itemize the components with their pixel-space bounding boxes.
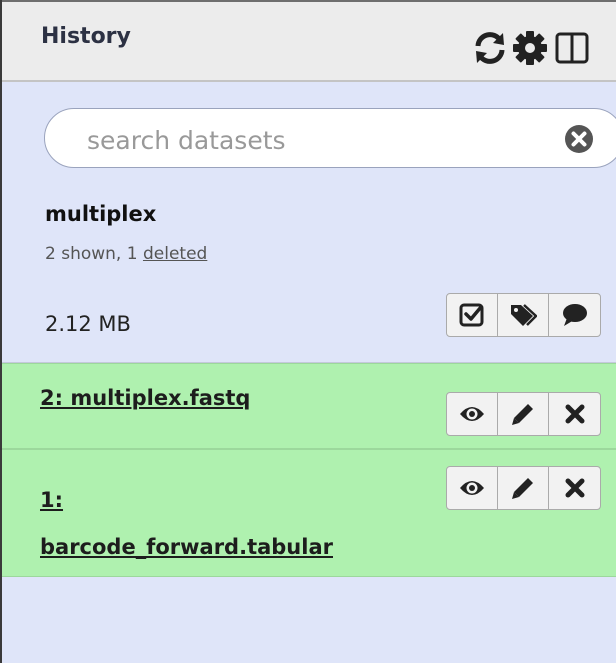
search-box	[44, 108, 616, 168]
history-header: History	[2, 0, 616, 82]
delete-icon	[565, 478, 584, 498]
select-datasets-button[interactable]	[447, 294, 498, 336]
history-counts: 2 shown, 1 deleted	[45, 244, 207, 264]
history-actions	[446, 293, 601, 337]
view-dataset-button[interactable]	[447, 467, 498, 509]
dataset-title-name[interactable]: barcode_forward.tabular	[40, 535, 333, 559]
delete-dataset-button[interactable]	[549, 393, 600, 435]
eye-icon	[460, 407, 484, 421]
annotation-button[interactable]	[549, 294, 600, 336]
delete-dataset-button[interactable]	[549, 467, 600, 509]
gear-icon[interactable]	[512, 30, 548, 66]
edit-dataset-button[interactable]	[498, 393, 549, 435]
dataset-actions	[446, 466, 601, 510]
deleted-link[interactable]: deleted	[143, 244, 207, 264]
tags-icon	[511, 304, 537, 326]
dataset-title[interactable]: 2: multiplex.fastq	[40, 386, 250, 410]
checkbox-icon	[459, 303, 484, 327]
clear-search-icon[interactable]	[564, 124, 594, 154]
delete-icon	[565, 404, 584, 424]
dataset-title-id[interactable]: 1:	[40, 488, 63, 512]
search-input[interactable]	[85, 119, 549, 161]
history-panel: History mu	[0, 0, 616, 663]
comment-icon	[562, 304, 587, 326]
edit-dataset-button[interactable]	[498, 467, 549, 509]
dataset-item[interactable]: 1: barcode_forward.tabular	[2, 449, 616, 577]
history-title: History	[41, 24, 131, 49]
history-name[interactable]: multiplex	[45, 202, 156, 226]
tags-button[interactable]	[498, 294, 549, 336]
pencil-icon	[512, 404, 533, 425]
eye-icon	[460, 481, 484, 495]
dataset-item[interactable]: 2: multiplex.fastq	[2, 363, 616, 449]
refresh-icon[interactable]	[472, 30, 508, 66]
columns-icon[interactable]	[554, 30, 590, 66]
dataset-actions	[446, 392, 601, 436]
shown-count: 2 shown, 1	[45, 244, 143, 264]
history-size: 2.12 MB	[45, 312, 131, 336]
pencil-icon	[512, 478, 533, 499]
view-dataset-button[interactable]	[447, 393, 498, 435]
